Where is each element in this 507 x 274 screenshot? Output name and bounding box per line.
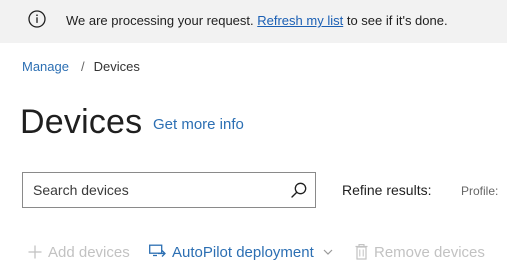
banner-text-after: to see if it's done. [343,13,448,28]
chevron-down-icon [323,249,333,255]
info-icon [28,10,46,28]
breadcrumb-manage-link[interactable]: Manage [22,59,69,74]
add-devices-label: Add devices [48,243,130,261]
breadcrumb-separator: / [80,59,85,74]
remove-devices-button[interactable]: Remove devices [355,241,485,263]
autopilot-deployment-dropdown[interactable]: AutoPilot deployment [149,241,333,263]
add-devices-button[interactable]: Add devices [28,241,130,263]
autopilot-deployment-label: AutoPilot deployment [172,243,314,261]
banner-text-before: We are processing your request. [66,13,258,28]
device-deploy-icon [149,244,166,257]
profile-filter-label[interactable]: Profile: [461,184,498,198]
get-more-info-link[interactable]: Get more info [153,116,244,133]
trash-icon [355,244,368,260]
refine-results-label: Refine results: [342,182,432,198]
banner-message: We are processing your request. Refresh … [66,13,448,28]
breadcrumb-current: Devices [93,59,140,74]
breadcrumb: Manage / Devices [22,59,140,74]
search-box [22,172,316,208]
search-icon[interactable] [290,181,308,199]
search-input[interactable] [33,173,283,207]
plus-icon [28,245,42,259]
page-title: Devices [20,103,143,141]
remove-devices-label: Remove devices [374,243,485,261]
refresh-list-link[interactable]: Refresh my list [257,13,343,28]
notification-banner: We are processing your request. Refresh … [0,0,507,43]
